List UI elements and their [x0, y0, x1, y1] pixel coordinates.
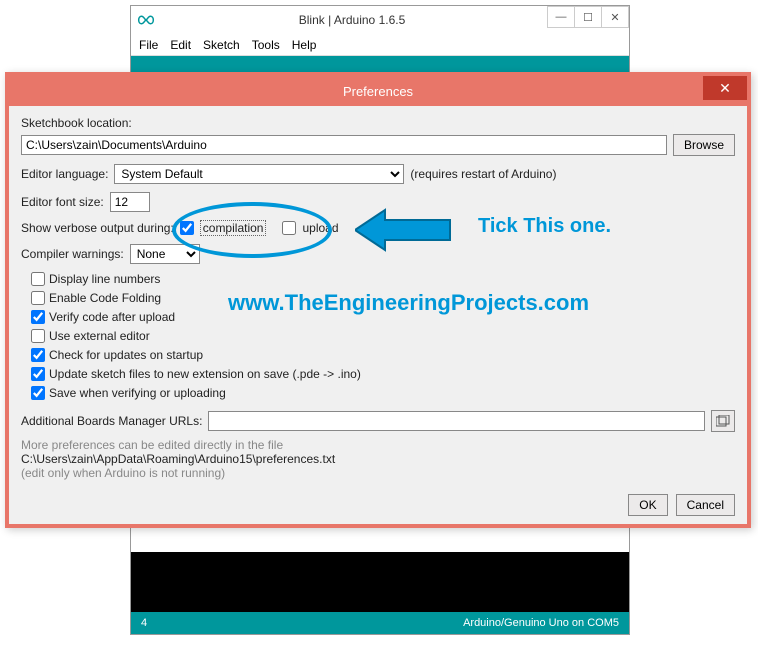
- arduino-console: [131, 552, 629, 612]
- editor-language-label: Editor language:: [21, 167, 108, 181]
- enable-code-folding-checkbox[interactable]: [31, 291, 45, 305]
- font-size-input[interactable]: [110, 192, 150, 212]
- arduino-titlebar: Blink | Arduino 1.6.5 — ☐ ✕: [131, 6, 629, 34]
- menu-file[interactable]: File: [139, 38, 158, 52]
- display-line-numbers-checkbox[interactable]: [31, 272, 45, 286]
- menu-tools[interactable]: Tools: [252, 38, 280, 52]
- additional-boards-label: Additional Boards Manager URLs:: [21, 414, 202, 428]
- upload-label: upload: [302, 221, 338, 235]
- menu-sketch[interactable]: Sketch: [203, 38, 240, 52]
- ok-button[interactable]: OK: [628, 494, 667, 516]
- preferences-dialog: Preferences ✕ Sketchbook location: Brows…: [5, 72, 751, 528]
- sketchbook-location-label: Sketchbook location:: [21, 116, 735, 130]
- preference-checkboxes: Display line numbers Enable Code Folding…: [31, 272, 735, 400]
- arduino-menubar: File Edit Sketch Tools Help: [131, 34, 629, 56]
- restart-note: (requires restart of Arduino): [410, 167, 556, 181]
- close-button[interactable]: ✕: [601, 6, 629, 28]
- window-controls: — ☐ ✕: [548, 6, 629, 28]
- font-size-label: Editor font size:: [21, 195, 104, 209]
- additional-boards-input[interactable]: [208, 411, 705, 431]
- chk-label: Verify code after upload: [49, 310, 175, 324]
- chk-label: Update sketch files to new extension on …: [49, 367, 361, 381]
- preferences-close-button[interactable]: ✕: [703, 76, 747, 100]
- chk-label: Enable Code Folding: [49, 291, 161, 305]
- external-editor-checkbox[interactable]: [31, 329, 45, 343]
- window-icon: [716, 415, 730, 427]
- compiler-warnings-label: Compiler warnings:: [21, 247, 124, 261]
- chk-label: Save when verifying or uploading: [49, 386, 226, 400]
- chk-label: Use external editor: [49, 329, 150, 343]
- sketchbook-location-input[interactable]: [21, 135, 667, 155]
- update-extension-checkbox[interactable]: [31, 367, 45, 381]
- chk-label: Display line numbers: [49, 272, 160, 286]
- verify-after-upload-checkbox[interactable]: [31, 310, 45, 324]
- arduino-statusbar: 4 Arduino/Genuino Uno on COM5: [131, 612, 629, 634]
- compilation-label: compilation: [200, 220, 267, 236]
- status-board-port: Arduino/Genuino Uno on COM5: [463, 617, 619, 629]
- additional-boards-expand-button[interactable]: [711, 410, 735, 432]
- menu-edit[interactable]: Edit: [170, 38, 191, 52]
- menu-help[interactable]: Help: [292, 38, 317, 52]
- more-preferences-note: More preferences can be edited directly …: [21, 438, 735, 452]
- preferences-file-path: C:\Users\zain\AppData\Roaming\Arduino15\…: [21, 452, 735, 466]
- arduino-logo-icon: [137, 11, 155, 29]
- compiler-warnings-select[interactable]: None: [130, 244, 200, 264]
- preferences-titlebar: Preferences ✕: [9, 76, 747, 106]
- cancel-button[interactable]: Cancel: [676, 494, 735, 516]
- status-line-number: 4: [141, 617, 147, 629]
- chk-label: Check for updates on startup: [49, 348, 203, 362]
- browse-button[interactable]: Browse: [673, 134, 735, 156]
- preferences-title: Preferences: [343, 84, 413, 99]
- editor-language-select[interactable]: System Default: [114, 164, 404, 184]
- minimize-button[interactable]: —: [547, 6, 575, 28]
- save-when-verifying-checkbox[interactable]: [31, 386, 45, 400]
- edit-only-note: (edit only when Arduino is not running): [21, 466, 735, 480]
- upload-checkbox[interactable]: [282, 221, 296, 235]
- check-updates-checkbox[interactable]: [31, 348, 45, 362]
- maximize-button[interactable]: ☐: [574, 6, 602, 28]
- verbose-label: Show verbose output during:: [21, 221, 174, 235]
- compilation-checkbox[interactable]: [180, 221, 194, 235]
